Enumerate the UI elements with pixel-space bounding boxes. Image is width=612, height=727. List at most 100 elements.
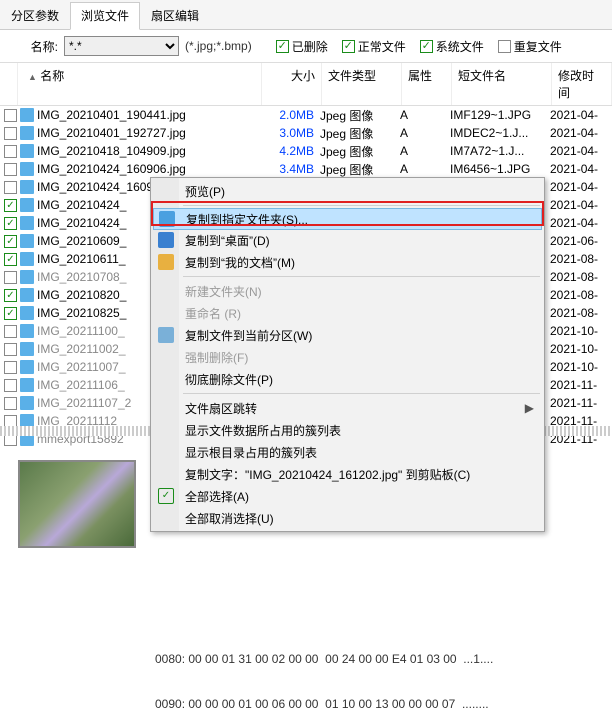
- row-checkbox[interactable]: ✓: [4, 163, 17, 176]
- file-time: 2021-06-: [550, 234, 610, 248]
- desktop-icon: [158, 232, 174, 248]
- file-size: 3.4MB: [260, 162, 320, 176]
- menu-copy-text[interactable]: 复制文字："IMG_20210424_161202.jpg" 到剪贴板(C): [153, 463, 542, 485]
- col-name[interactable]: ▲ 名称: [18, 63, 262, 105]
- file-icon: [20, 360, 34, 374]
- menu-copy-to-docs[interactable]: 复制到“我的文档”(M): [153, 251, 542, 273]
- file-time: 2021-08-: [550, 306, 610, 320]
- row-checkbox[interactable]: ✓: [4, 127, 17, 140]
- col-time[interactable]: 修改时间: [552, 63, 612, 105]
- menu-sector-jump[interactable]: 文件扇区跳转▶: [153, 397, 542, 419]
- name-filter-select[interactable]: *.*: [64, 36, 179, 56]
- row-checkbox[interactable]: ✓: [4, 217, 17, 230]
- row-checkbox[interactable]: ✓: [4, 145, 17, 158]
- file-icon: [20, 144, 34, 158]
- file-time: 2021-10-: [550, 342, 610, 356]
- file-time: 2021-04-: [550, 162, 610, 176]
- file-short: IM7A72~1.J...: [450, 144, 550, 158]
- file-time: 2021-11-: [550, 396, 610, 410]
- row-checkbox[interactable]: ✓: [4, 253, 17, 266]
- file-time: 2021-08-: [550, 252, 610, 266]
- row-checkbox[interactable]: ✓: [4, 325, 17, 338]
- menu-copy-to-partition[interactable]: 复制文件到当前分区(W): [153, 324, 542, 346]
- file-icon: [20, 306, 34, 320]
- file-name: IMG_20210401_192727.jpg: [37, 126, 260, 140]
- file-name: IMG_20210418_104909.jpg: [37, 144, 260, 158]
- menu-show-root-clusters[interactable]: 显示根目录占用的簇列表: [153, 441, 542, 463]
- menu-preview[interactable]: 预览(P): [153, 180, 542, 202]
- col-short[interactable]: 短文件名: [452, 63, 552, 105]
- file-type: Jpeg 图像: [320, 107, 400, 124]
- table-row[interactable]: ✓IMG_20210401_192727.jpg3.0MBJpeg 图像AIMD…: [0, 124, 612, 142]
- folder-copy-icon: [159, 211, 175, 227]
- ext-hint: (*.jpg;*.bmp): [185, 39, 252, 53]
- file-time: 2021-04-: [550, 216, 610, 230]
- menu-show-clusters[interactable]: 显示文件数据所占用的簇列表: [153, 419, 542, 441]
- name-label: 名称:: [8, 38, 58, 55]
- image-preview: [18, 460, 136, 548]
- menu-new-folder: 新建文件夹(N): [153, 280, 542, 302]
- file-icon: [20, 288, 34, 302]
- documents-icon: [158, 254, 174, 270]
- filter-bar: 名称: *.* (*.jpg;*.bmp) ✓已删除 ✓正常文件 ✓系统文件 ✓…: [0, 30, 612, 62]
- file-size: 3.0MB: [260, 126, 320, 140]
- row-checkbox[interactable]: ✓: [4, 307, 17, 320]
- row-checkbox[interactable]: ✓: [4, 361, 17, 374]
- file-icon: [20, 108, 34, 122]
- row-checkbox[interactable]: ✓: [4, 397, 17, 410]
- file-time: 2021-04-: [550, 180, 610, 194]
- col-type[interactable]: 文件类型: [322, 63, 402, 105]
- menu-copy-to-desktop[interactable]: 复制到“桌面”(D): [153, 229, 542, 251]
- sort-asc-icon: ▲: [28, 72, 37, 82]
- table-row[interactable]: ✓IMG_20210401_190441.jpg2.0MBJpeg 图像AIMF…: [0, 106, 612, 124]
- tab-partition[interactable]: 分区参数: [0, 2, 70, 29]
- file-short: IM6456~1.JPG: [450, 162, 550, 176]
- file-time: 2021-10-: [550, 360, 610, 374]
- chk-duplicate[interactable]: ✓重复文件: [498, 38, 562, 55]
- col-checkbox[interactable]: [0, 63, 18, 105]
- row-checkbox[interactable]: ✓: [4, 343, 17, 356]
- table-row[interactable]: ✓IMG_20210424_160906.jpg3.4MBJpeg 图像AIM6…: [0, 160, 612, 178]
- menu-rename: 重命名 (R): [153, 302, 542, 324]
- tab-browse[interactable]: 浏览文件: [70, 2, 140, 30]
- file-time: 2021-10-: [550, 324, 610, 338]
- row-checkbox[interactable]: ✓: [4, 289, 17, 302]
- row-checkbox[interactable]: ✓: [4, 109, 17, 122]
- row-checkbox[interactable]: ✓: [4, 271, 17, 284]
- submenu-arrow-icon: ▶: [525, 401, 534, 415]
- file-icon: [20, 252, 34, 266]
- tab-bar: 分区参数 浏览文件 扇区编辑: [0, 0, 612, 30]
- file-icon: [20, 396, 34, 410]
- file-type: Jpeg 图像: [320, 143, 400, 160]
- row-checkbox[interactable]: ✓: [4, 181, 17, 194]
- file-attr: A: [400, 108, 450, 122]
- file-icon: [20, 378, 34, 392]
- menu-deselect-all[interactable]: 全部取消选择(U): [153, 507, 542, 529]
- file-icon: [20, 126, 34, 140]
- row-checkbox[interactable]: ✓: [4, 235, 17, 248]
- col-size[interactable]: 大小: [262, 63, 322, 105]
- menu-copy-to-folder[interactable]: 复制到指定文件夹(S)...: [153, 208, 542, 230]
- table-row[interactable]: ✓ IMG_20210418_104909.jpg4.2MBJpeg 图像AIM7…: [0, 142, 612, 160]
- file-icon: [20, 180, 34, 194]
- file-icon: [20, 198, 34, 212]
- file-time: 2021-04-: [550, 144, 610, 158]
- row-checkbox[interactable]: ✓: [4, 199, 17, 212]
- file-attr: A: [400, 126, 450, 140]
- tab-sector-edit[interactable]: 扇区编辑: [140, 2, 210, 29]
- file-attr: A: [400, 162, 450, 176]
- file-attr: A: [400, 144, 450, 158]
- col-attr[interactable]: 属性: [402, 63, 452, 105]
- chk-system[interactable]: ✓系统文件: [420, 38, 484, 55]
- file-time: 2021-11-: [550, 378, 610, 392]
- file-icon: [20, 234, 34, 248]
- menu-force-delete: 强制删除(F): [153, 346, 542, 368]
- row-checkbox[interactable]: ✓: [4, 379, 17, 392]
- file-size: 4.2MB: [260, 144, 320, 158]
- chk-normal[interactable]: ✓正常文件: [342, 38, 406, 55]
- menu-select-all[interactable]: ✓全部选择(A): [153, 485, 542, 507]
- chk-deleted[interactable]: ✓已删除: [276, 38, 328, 55]
- check-icon: ✓: [158, 488, 174, 504]
- menu-perm-delete[interactable]: 彻底删除文件(P): [153, 368, 542, 390]
- file-icon: [20, 324, 34, 338]
